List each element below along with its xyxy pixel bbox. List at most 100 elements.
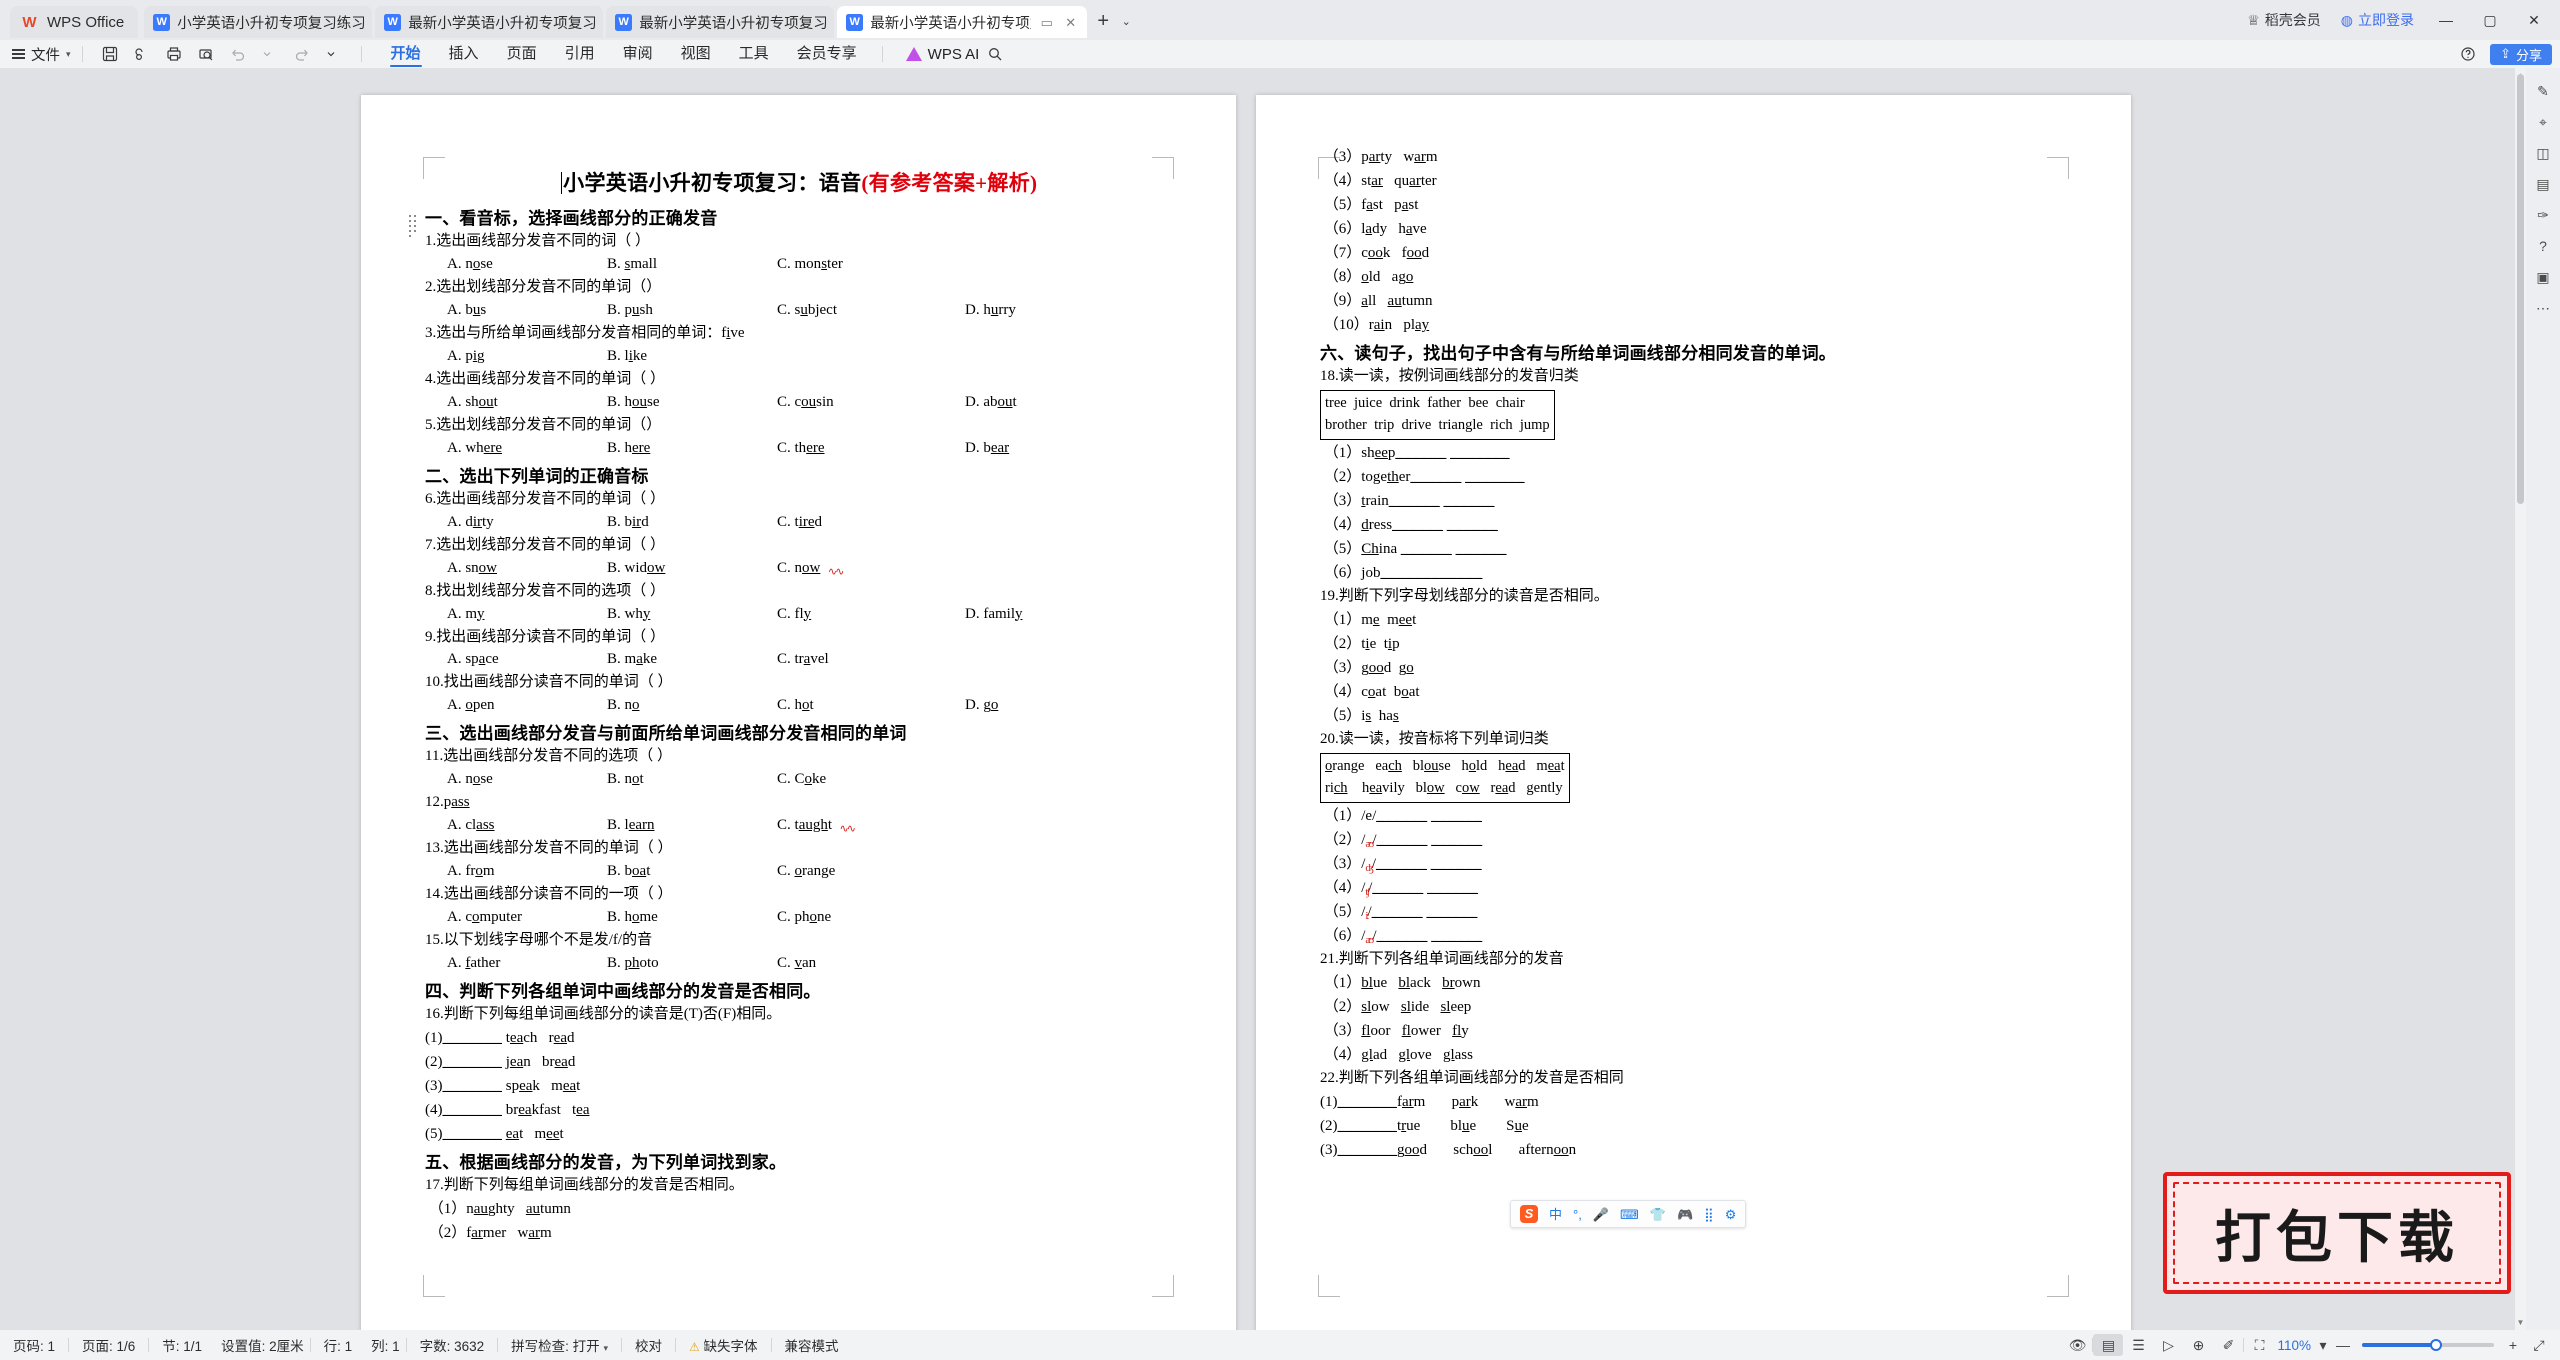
tab-member-exclusive[interactable]: 会员专享: [783, 40, 871, 68]
keyboard-icon[interactable]: ⌨: [1620, 1208, 1639, 1221]
reading-view-icon[interactable]: ▷: [2153, 1330, 2183, 1360]
tab-reference[interactable]: 引用: [551, 40, 609, 68]
scrollbar-thumb[interactable]: [2517, 74, 2524, 504]
tab-list-chevron-down-icon[interactable]: ⌄: [1116, 7, 1136, 37]
microphone-icon[interactable]: 🎤: [1593, 1208, 1609, 1221]
tab-page[interactable]: 页面: [493, 40, 551, 68]
paragraph-drag-handle-icon[interactable]: [407, 213, 419, 238]
fill-item: （3）train______ ______: [1320, 492, 1495, 509]
undo-chevron-down-icon[interactable]: [257, 42, 283, 66]
status-page-count[interactable]: 页面: 1/6: [69, 1335, 148, 1355]
brush-icon[interactable]: ✑: [2530, 202, 2556, 228]
redo-icon[interactable]: [289, 42, 315, 66]
document-tab-3[interactable]: W 最新小学英语小升初专项复习练习：: [606, 6, 835, 38]
zoom-out-button[interactable]: —: [2332, 1330, 2354, 1360]
status-column[interactable]: 列: 1: [365, 1335, 406, 1355]
fill-item: （10）rain play: [1320, 317, 1430, 333]
restore-tab-icon[interactable]: ▭: [1038, 14, 1055, 31]
tab-review[interactable]: 审阅: [609, 40, 667, 68]
cursor-icon[interactable]: ⌖: [2530, 109, 2556, 135]
help-icon[interactable]: [2455, 42, 2481, 66]
question-15: 15.以下划线字母哪个不是发/f/的音: [425, 932, 653, 949]
fill-item: （5）China ______ ______: [1320, 540, 1507, 557]
status-row[interactable]: 行: 1: [311, 1335, 366, 1355]
status-section[interactable]: 节: 1/1: [149, 1335, 215, 1355]
status-bar: 页码: 1 页面: 1/6 节: 1/1 设置值: 2厘米 行: 1 列: 1 …: [0, 1330, 2560, 1360]
apps-icon[interactable]: ⣿: [1704, 1208, 1714, 1221]
document-tab-2[interactable]: W 最新小学英语小升初专项复习练习：元: [375, 6, 604, 38]
zoom-slider[interactable]: [2362, 1339, 2494, 1351]
zoom-chevron-down-icon[interactable]: ▾: [2314, 1330, 2332, 1360]
status-compat-mode[interactable]: 兼容模式: [772, 1335, 852, 1355]
zoom-in-button[interactable]: +: [2502, 1330, 2524, 1360]
highlight-icon[interactable]: ✐: [2213, 1330, 2243, 1360]
status-spellcheck[interactable]: 拼写检查: 打开 ▾: [498, 1335, 621, 1355]
option-c: C. taught ∿∿: [777, 817, 856, 836]
app-menu-chip[interactable]: W WPS Office: [10, 6, 139, 38]
document-tab-4-active[interactable]: W 最新小学英语小升初专项复习 ▭ ✕: [837, 6, 1088, 38]
shape-icon[interactable]: ◫: [2530, 140, 2556, 166]
file-menu-button[interactable]: 文件 ▾: [12, 44, 71, 65]
maximize-button[interactable]: ▢: [2468, 0, 2512, 40]
status-missing-font[interactable]: ⚠ 缺失字体: [676, 1335, 771, 1355]
settings-icon[interactable]: ⚙: [1725, 1208, 1737, 1221]
margin-corner-bottom-right: [2047, 1275, 2069, 1297]
minimize-button[interactable]: —: [2424, 0, 2468, 40]
print-preview-icon[interactable]: [193, 42, 219, 66]
vertical-scrollbar[interactable]: ▲ ▼: [2515, 68, 2526, 1330]
cloud-save-icon[interactable]: [129, 42, 155, 66]
ime-mode-label[interactable]: 中: [1549, 1208, 1562, 1221]
new-tab-button[interactable]: +: [1090, 7, 1116, 37]
image-icon[interactable]: ▣: [2530, 264, 2556, 290]
option-c: C. hot: [777, 697, 814, 714]
document-workspace[interactable]: 小学英语小升初专项复习：语音(有参考答案+解析) 一、看音标，选择画线部分的正确…: [0, 68, 2560, 1330]
more-icon[interactable]: ⋯: [2530, 295, 2556, 321]
doc-icon[interactable]: ▤: [2530, 171, 2556, 197]
status-proofread[interactable]: 校对: [622, 1335, 675, 1355]
fit-page-icon[interactable]: ⛶: [2244, 1330, 2274, 1360]
save-icon[interactable]: [97, 42, 123, 66]
close-tab-icon[interactable]: ✕: [1062, 14, 1079, 31]
wps-ai-button[interactable]: WPS AI: [905, 46, 979, 63]
document-tab-label: 小学英语小升初专项复习练习：名词.d: [177, 15, 365, 32]
status-setting[interactable]: 设置值: 2厘米: [215, 1335, 310, 1355]
status-right-group: 👁 ▤ ☰ ▷ ⊕ ✐ ⛶ 110% ▾ — + ⤢: [2062, 1330, 2554, 1360]
section-heading-5: 五、根据画线部分的发音，为下列单词找到家。: [425, 1153, 787, 1172]
tab-home[interactable]: 开始: [377, 40, 435, 68]
zoom-slider-handle[interactable]: [2430, 1339, 2442, 1351]
skin-icon[interactable]: 👕: [1650, 1208, 1666, 1221]
search-icon[interactable]: [982, 42, 1008, 66]
option-b: B. push: [607, 301, 653, 318]
ime-punctuation-icon[interactable]: °,: [1573, 1208, 1582, 1221]
zoom-level-label[interactable]: 110%: [2274, 1338, 2314, 1353]
ribbon-more-chevron-down-icon[interactable]: [321, 42, 347, 66]
login-button[interactable]: ◍ 立即登录: [2331, 0, 2424, 40]
web-view-icon[interactable]: ⊕: [2183, 1330, 2213, 1360]
pen-icon[interactable]: ✎: [2530, 78, 2556, 104]
vip-button[interactable]: ♕ 稻壳会员: [2237, 0, 2331, 40]
undo-icon[interactable]: [225, 42, 251, 66]
scroll-down-icon[interactable]: ▼: [2516, 1317, 2525, 1328]
tab-insert[interactable]: 插入: [435, 40, 493, 68]
document-tab-1[interactable]: W 小学英语小升初专项复习练习：名词.d: [144, 6, 373, 38]
status-word-count[interactable]: 字数: 3632: [407, 1335, 498, 1355]
tab-tools[interactable]: 工具: [725, 40, 783, 68]
game-icon[interactable]: 🎮: [1677, 1208, 1693, 1221]
print-icon[interactable]: [161, 42, 187, 66]
document-page-2[interactable]: （3）party warm （4）star quarter （5）fast pa…: [1256, 95, 2131, 1330]
option-c: C. Coke: [777, 771, 827, 788]
outline-view-icon[interactable]: ☰: [2123, 1330, 2153, 1360]
sogou-logo-icon[interactable]: S: [1520, 1205, 1538, 1223]
ime-floating-toolbar[interactable]: S 中 °, 🎤 ⌨ 👕 🎮 ⣿ ⚙: [1510, 1200, 1747, 1228]
share-button[interactable]: ⇪ 分享: [2490, 43, 2552, 65]
tab-view[interactable]: 视图: [667, 40, 725, 68]
section-heading-3: 三、选出画线部分发音与前面所给单词画线部分发音相同的单词: [425, 724, 907, 744]
page-view-icon[interactable]: ▤: [2093, 1334, 2124, 1356]
help-icon[interactable]: ?: [2530, 233, 2556, 259]
fullscreen-icon[interactable]: ⤢: [2524, 1330, 2554, 1360]
status-page-number[interactable]: 页码: 1: [0, 1335, 68, 1355]
eye-icon[interactable]: 👁: [2062, 1330, 2092, 1360]
close-window-button[interactable]: ✕: [2512, 0, 2556, 40]
warning-icon: ⚠: [688, 1340, 700, 1354]
document-page-1[interactable]: 小学英语小升初专项复习：语音(有参考答案+解析) 一、看音标，选择画线部分的正确…: [361, 95, 1236, 1330]
